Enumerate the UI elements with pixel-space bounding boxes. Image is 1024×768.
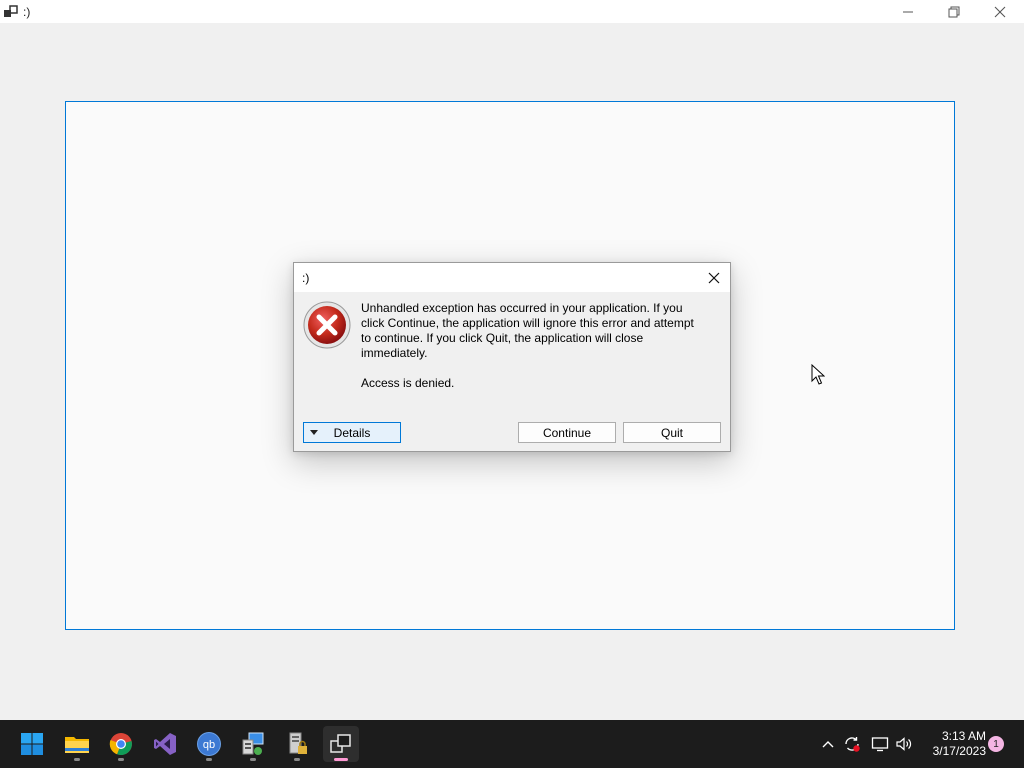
dialog-close-button[interactable] — [702, 267, 726, 289]
taskbar-visual-studio[interactable] — [147, 726, 183, 762]
taskbar-app-manager[interactable] — [235, 726, 271, 762]
running-indicator — [74, 758, 80, 761]
caret-down-icon — [310, 430, 318, 435]
sync-error-icon — [845, 737, 860, 752]
taskbar-chrome[interactable] — [103, 726, 139, 762]
taskbar-security-tool[interactable] — [279, 726, 315, 762]
taskbar: qb 3:13 AM 3/17/2023 — [0, 720, 1024, 768]
error-message-line: immediately. — [361, 346, 428, 360]
chevron-up-icon — [822, 741, 834, 748]
taskbar-file-explorer[interactable] — [59, 726, 95, 762]
dialog-title: :) — [302, 271, 310, 285]
active-indicator — [334, 758, 348, 761]
app-window-icon — [4, 5, 18, 19]
minimize-button[interactable] — [885, 0, 931, 23]
visual-studio-icon — [154, 733, 176, 755]
quit-button[interactable]: Quit — [623, 422, 721, 443]
notification-badge[interactable]: 1 — [988, 736, 1004, 752]
clock-time: 3:13 AM — [941, 729, 986, 743]
taskbar-clock[interactable]: 3:13 AM 3/17/2023 — [922, 729, 986, 759]
maximize-button[interactable] — [931, 0, 977, 23]
sync-status-button[interactable] — [842, 732, 862, 756]
app-window-icon — [330, 734, 351, 753]
quit-button-label: Quit — [660, 425, 683, 440]
dialog-titlebar: :) — [294, 263, 730, 292]
close-icon — [708, 272, 720, 284]
error-icon — [302, 300, 352, 350]
clock-date: 3/17/2023 — [932, 744, 986, 758]
details-button-label: Details — [333, 425, 371, 440]
close-icon — [994, 6, 1006, 17]
running-indicator — [206, 758, 212, 761]
qbittorrent-icon: qb — [197, 732, 221, 756]
volume-button[interactable] — [894, 732, 914, 756]
show-hidden-icons-button[interactable] — [818, 732, 838, 756]
chrome-icon — [109, 733, 132, 756]
error-message-line: click Continue, the application will ign… — [361, 316, 694, 330]
mouse-cursor-icon — [811, 363, 826, 386]
folder-icon — [65, 737, 89, 753]
continue-button[interactable]: Continue — [518, 422, 616, 443]
network-button[interactable] — [870, 732, 890, 756]
main-titlebar: :) — [0, 0, 1024, 23]
window-title: :) — [23, 5, 31, 19]
taskbar-current-app[interactable] — [323, 726, 359, 762]
close-button[interactable] — [977, 0, 1023, 23]
start-button[interactable] — [14, 726, 50, 762]
error-detail: Access is denied. — [361, 376, 455, 390]
error-message-line: to continue. If you click Quit, the appl… — [361, 331, 644, 345]
volume-icon — [896, 737, 912, 751]
svg-text:qb: qb — [203, 739, 215, 751]
network-computer-icon — [242, 732, 264, 755]
restore-icon — [948, 6, 960, 17]
running-indicator — [294, 758, 300, 761]
running-indicator — [250, 758, 256, 761]
network-icon — [871, 737, 889, 752]
server-lock-icon — [289, 732, 307, 754]
error-message: Unhandled exception has occurred in your… — [361, 301, 721, 361]
error-dialog: :) Unhandled exception has occurred in y… — [293, 262, 731, 452]
taskbar-qbittorrent[interactable]: qb — [191, 726, 227, 762]
minimize-icon — [903, 11, 913, 12]
windows-start-icon — [21, 733, 43, 755]
details-button[interactable]: Details — [303, 422, 401, 443]
continue-button-label: Continue — [542, 425, 592, 440]
error-message-line: Unhandled exception has occurred in your… — [361, 301, 683, 315]
running-indicator — [118, 758, 124, 761]
